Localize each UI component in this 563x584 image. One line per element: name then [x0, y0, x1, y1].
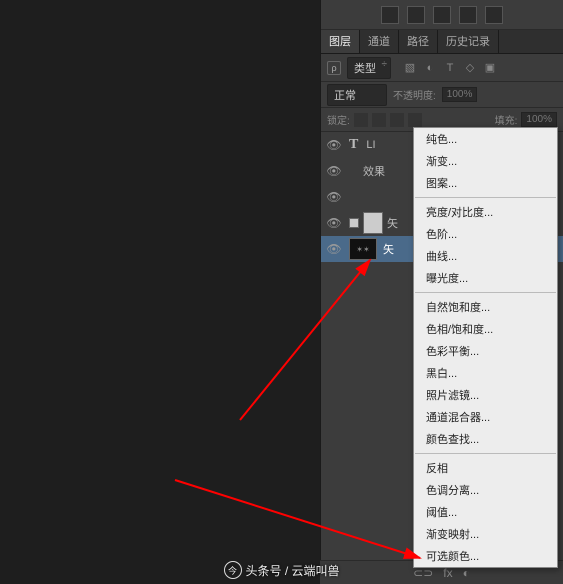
menu-separator [415, 197, 556, 198]
blend-mode-select[interactable]: 正常 [327, 84, 387, 106]
layer-name: 矢 [387, 215, 398, 231]
menu-brightness-contrast[interactable]: 亮度/对比度... [414, 201, 557, 223]
filter-type-icons: ▧ ◐ T ◇ ▣ [403, 61, 497, 75]
eye-icon[interactable]: 👁 [327, 190, 341, 204]
menu-curves[interactable]: 曲线... [414, 245, 557, 267]
layer-name: 效果 [363, 163, 385, 179]
filter-smart-icon[interactable]: ▣ [483, 61, 497, 75]
menu-gradient[interactable]: 渐变... [414, 150, 557, 172]
menu-invert[interactable]: 反相 [414, 457, 557, 479]
menu-hue-saturation[interactable]: 色相/饱和度... [414, 318, 557, 340]
eye-icon[interactable]: 👁 [327, 138, 341, 152]
eye-icon[interactable]: 👁 [327, 242, 341, 256]
menu-threshold[interactable]: 阈值... [414, 501, 557, 523]
tab-layers[interactable]: 图层 [321, 30, 360, 53]
menu-levels[interactable]: 色阶... [414, 223, 557, 245]
filter-pixel-icon[interactable]: ▧ [403, 61, 417, 75]
menu-photo-filter[interactable]: 照片滤镜... [414, 384, 557, 406]
menu-pattern[interactable]: 图案... [414, 172, 557, 194]
blend-row: 正常 不透明度: 100% [321, 82, 563, 108]
adj-icon-2[interactable] [407, 6, 425, 24]
layer-name: 矢 [383, 241, 394, 257]
menu-solid-color[interactable]: 纯色... [414, 128, 557, 150]
menu-posterize[interactable]: 色调分离... [414, 479, 557, 501]
panel-tabs: 图层 通道 路径 历史记录 [321, 30, 563, 54]
layer-filter-row: ρ 类型 ▧ ◐ T ◇ ▣ [321, 54, 563, 82]
menu-color-balance[interactable]: 色彩平衡... [414, 340, 557, 362]
menu-channel-mixer[interactable]: 通道混合器... [414, 406, 557, 428]
filter-shape-icon[interactable]: ◇ [463, 61, 477, 75]
watermark-text: 头条号 / 云端叫兽 [245, 562, 339, 579]
canvas-area[interactable] [0, 0, 320, 584]
layer-thumbnail[interactable]: ✶✶ [349, 238, 377, 260]
fill-value[interactable]: 100% [521, 112, 557, 127]
layer-name: LI [366, 139, 375, 151]
lock-all-icon[interactable] [408, 113, 422, 127]
fill-swatch-icon [349, 218, 359, 228]
adj-icon-1[interactable] [381, 6, 399, 24]
adjustment-layer-menu: 纯色... 渐变... 图案... 亮度/对比度... 色阶... 曲线... … [413, 127, 558, 568]
tab-history[interactable]: 历史记录 [438, 30, 499, 53]
lock-label: 锁定: [327, 112, 350, 127]
menu-separator [415, 292, 556, 293]
tab-channels[interactable]: 通道 [360, 30, 399, 53]
menu-separator [415, 453, 556, 454]
menu-black-white[interactable]: 黑白... [414, 362, 557, 384]
lock-position-icon[interactable] [390, 113, 404, 127]
opacity-label: 不透明度: [393, 87, 436, 102]
filter-adjust-icon[interactable]: ◐ [423, 61, 437, 75]
filter-type-icon[interactable]: T [443, 61, 457, 75]
watermark-icon: 今 [223, 561, 241, 579]
menu-selective-color[interactable]: 可选颜色... [414, 545, 557, 567]
watermark: 今 头条号 / 云端叫兽 [223, 561, 339, 579]
filter-kind-select[interactable]: 类型 [347, 57, 391, 79]
menu-exposure[interactable]: 曝光度... [414, 267, 557, 289]
search-icon[interactable]: ρ [327, 61, 341, 75]
adj-icon-3[interactable] [433, 6, 451, 24]
adj-icon-4[interactable] [459, 6, 477, 24]
type-layer-icon: T [349, 137, 358, 153]
lock-pixels-icon[interactable] [372, 113, 386, 127]
opacity-value[interactable]: 100% [442, 87, 478, 102]
eye-icon[interactable]: 👁 [327, 164, 341, 178]
adjustment-icons-row [321, 0, 563, 30]
lock-transparent-icon[interactable] [354, 113, 368, 127]
menu-color-lookup[interactable]: 颜色查找... [414, 428, 557, 450]
fill-label: 填充: [495, 112, 518, 127]
menu-vibrance[interactable]: 自然饱和度... [414, 296, 557, 318]
eye-icon[interactable]: 👁 [327, 216, 341, 230]
menu-gradient-map[interactable]: 渐变映射... [414, 523, 557, 545]
adj-icon-5[interactable] [485, 6, 503, 24]
layer-mask[interactable] [363, 212, 383, 234]
tab-paths[interactable]: 路径 [399, 30, 438, 53]
